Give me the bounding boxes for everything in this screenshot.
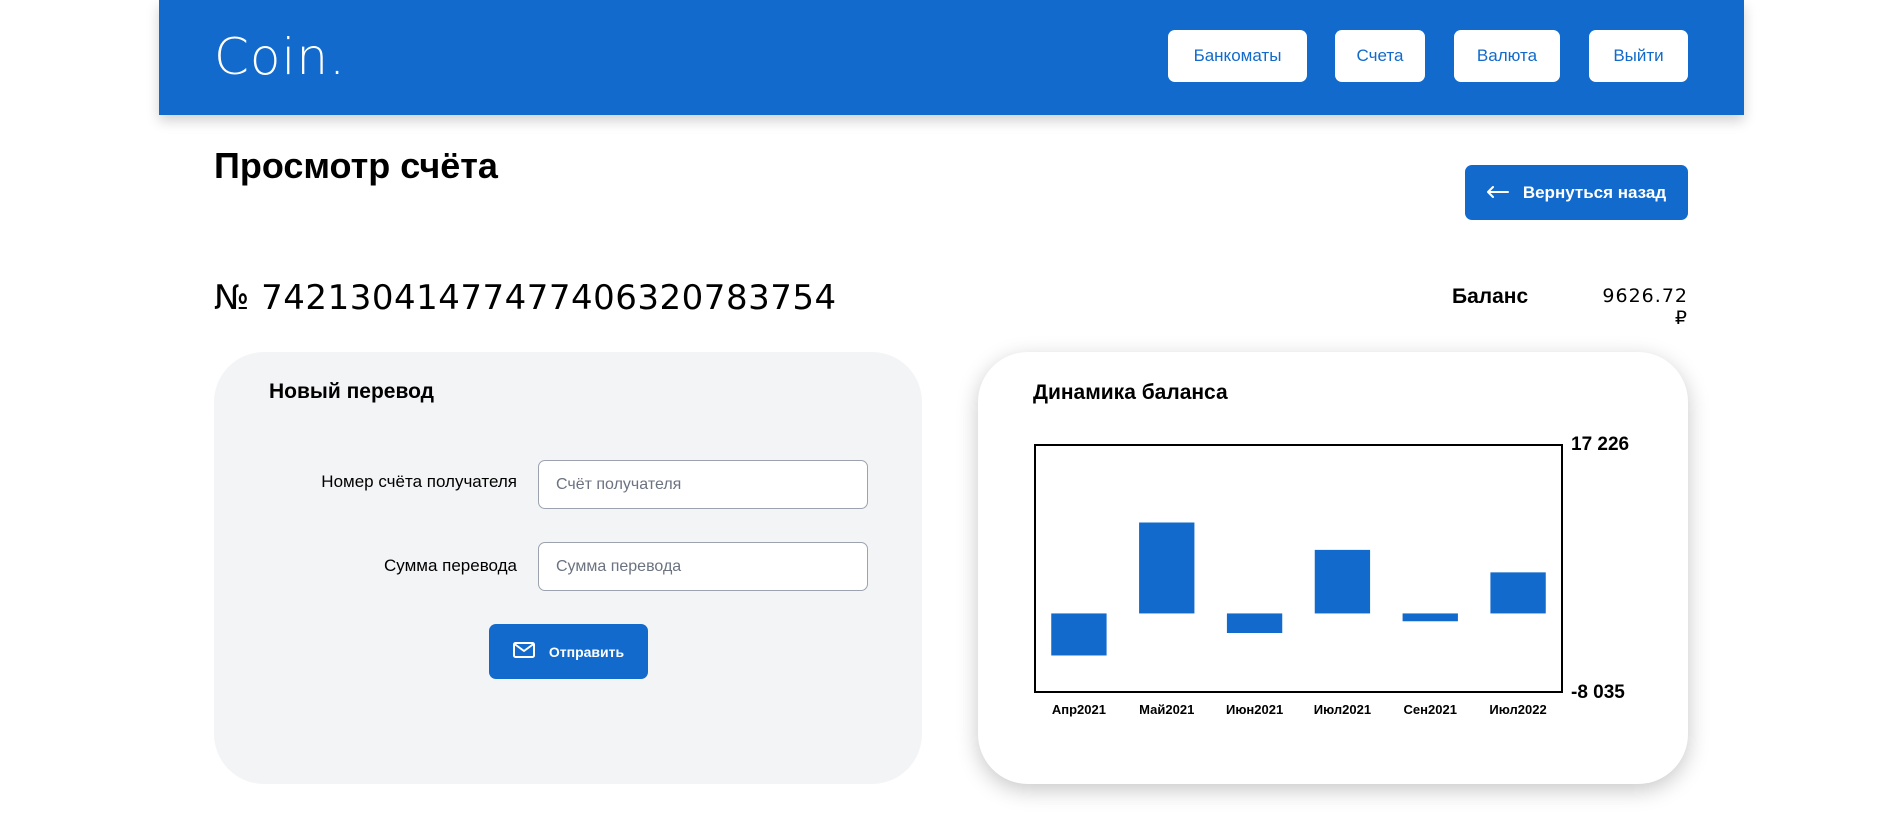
send-button-label: Отправить (548, 643, 625, 660)
chart-bar (1314, 549, 1371, 614)
recipient-input[interactable] (538, 460, 868, 509)
y-tick-min: -8 035 (1571, 682, 1625, 703)
x-tick-label: Апр2021 (1052, 702, 1106, 717)
x-tick-label: Июл2021 (1314, 702, 1371, 717)
amount-input[interactable] (538, 542, 868, 591)
logo: Coin. (214, 28, 346, 86)
balance-label: Баланс (1452, 285, 1529, 308)
nav-logout-button[interactable]: Выйти (1589, 30, 1688, 82)
chart-title: Динамика баланса (1033, 381, 1228, 404)
balance-value: 9626.72 ₽ (1602, 285, 1688, 329)
balance-chart: Динамика баланса Апр2021 Май2021 Июн2021 Ию… (1033, 381, 1629, 717)
send-button[interactable]: Отправить (489, 624, 648, 679)
balance-chart-card: Динамика баланса Апр2021 Май2021 Июн2021 Ию… (978, 352, 1688, 784)
chart-bar (1226, 613, 1283, 633)
transfer-card: Новый перевод Номер счёта получателя Сум… (214, 352, 922, 784)
recipient-label: Номер счёта получателя (321, 472, 517, 491)
back-button-label: Вернуться назад (1522, 182, 1667, 202)
mail-icon (512, 642, 535, 661)
chart-bar (1490, 572, 1546, 614)
nav-currency-button[interactable]: Валюта (1454, 30, 1560, 82)
chart-bar (1051, 613, 1107, 656)
x-tick-label: Сен2021 (1404, 702, 1457, 717)
back-button[interactable]: Вернуться назад (1465, 165, 1688, 220)
account-number: № 74213041477477406320783754 (214, 278, 837, 318)
amount-label: Сумма перевода (383, 556, 517, 575)
x-tick-label: Май2021 (1139, 702, 1194, 717)
chart-bar (1139, 522, 1195, 614)
app-header: Coin. Банкоматы Счета Валюта Выйти (159, 0, 1744, 115)
y-tick-max: 17 226 (1571, 434, 1629, 455)
nav-accounts-button[interactable]: Счета (1335, 30, 1425, 82)
chart-bar (1402, 613, 1458, 622)
nav-atms-button[interactable]: Банкоматы (1168, 30, 1307, 82)
x-tick-label: Июн2021 (1226, 702, 1283, 717)
x-tick-label: Июл2022 (1489, 702, 1546, 717)
chart-plot-frame (1034, 444, 1563, 693)
arrow-left-icon (1486, 183, 1509, 203)
transfer-title: Новый перевод (269, 380, 434, 403)
page-title: Просмотр счёта (214, 145, 498, 186)
